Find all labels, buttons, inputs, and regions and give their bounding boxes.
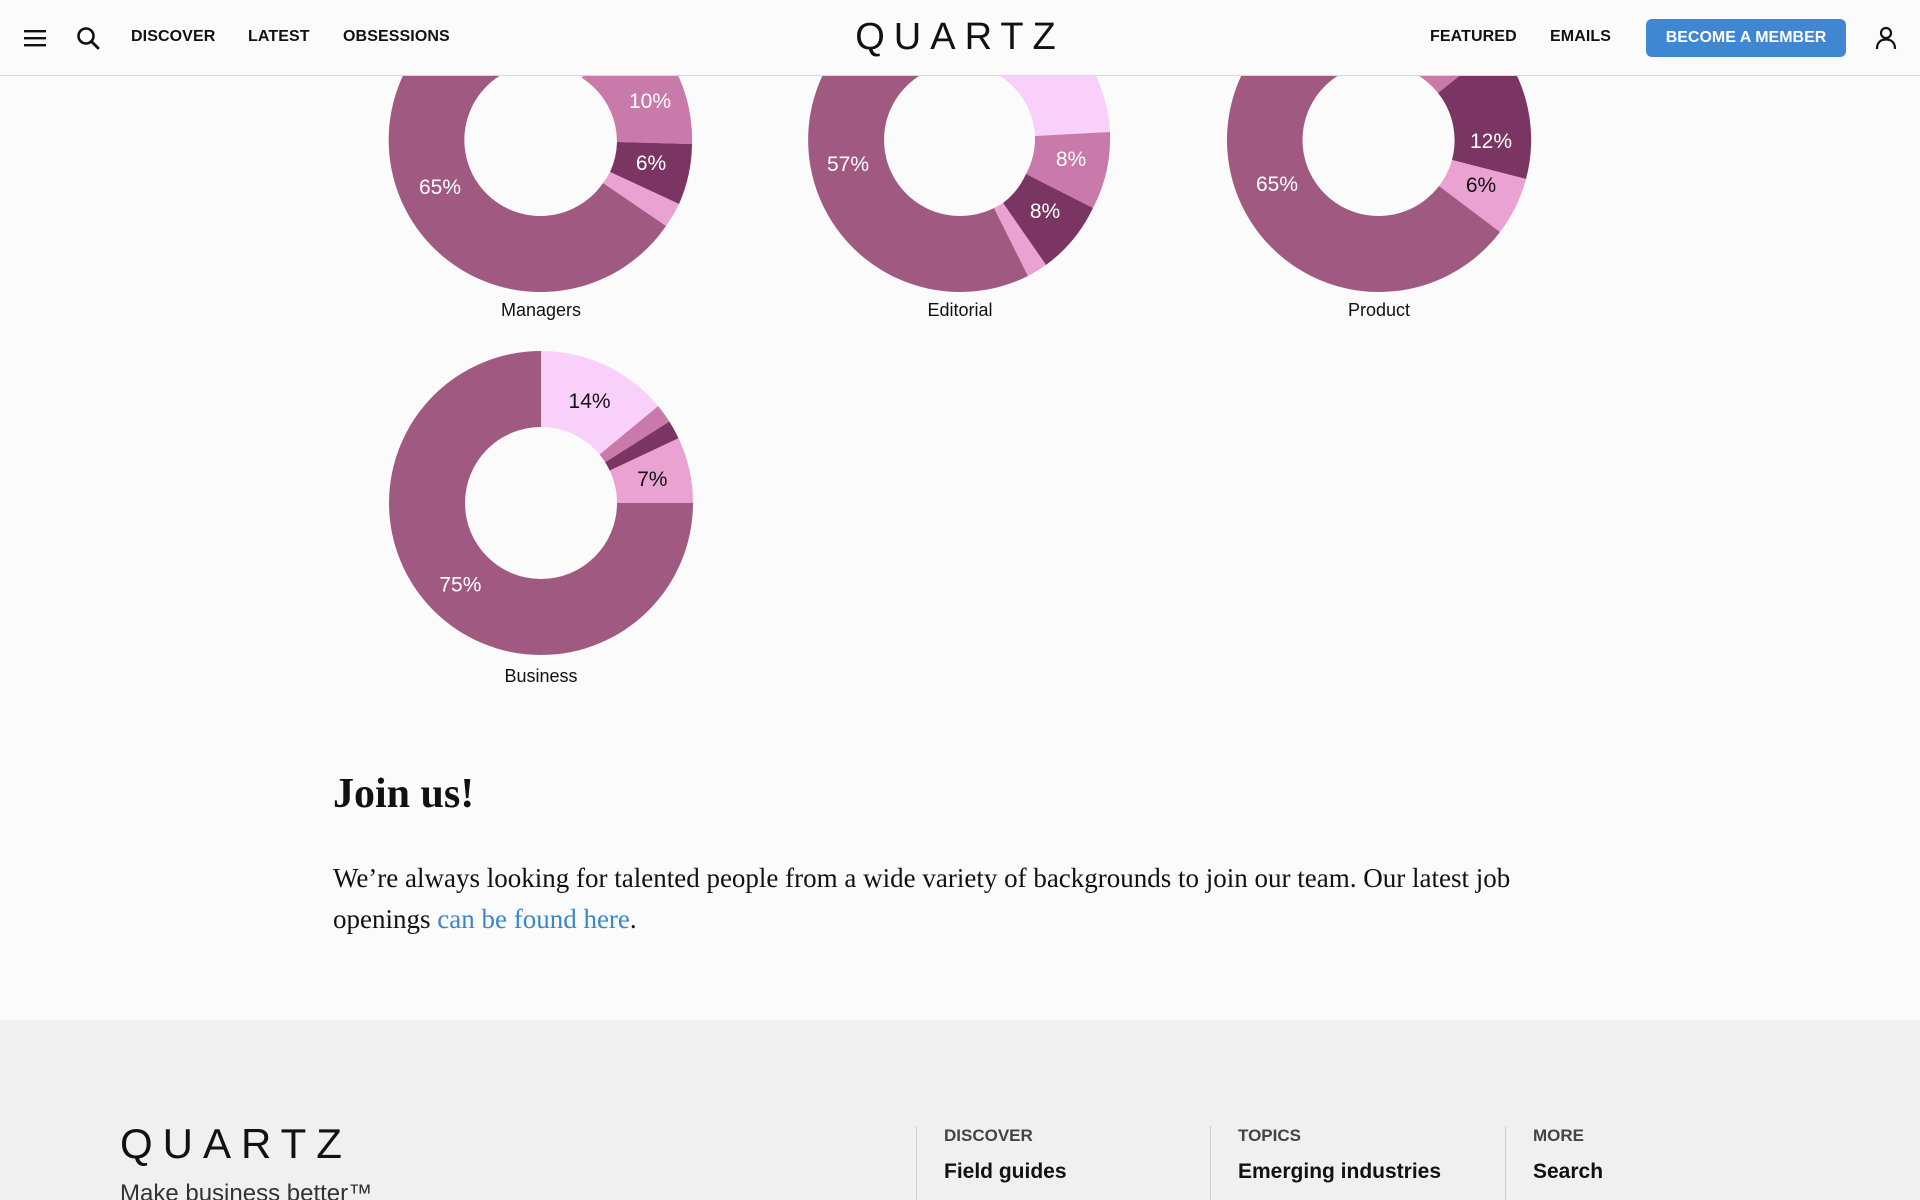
user-icon[interactable] — [1870, 22, 1902, 54]
managers-chart-title: Managers — [500, 300, 582, 320]
footer-heading-topics: TOPICS — [1238, 1126, 1301, 1145]
product-label-65: 65% — [1256, 173, 1298, 196]
managers-label-10: 10% — [629, 90, 671, 113]
nav-featured[interactable]: FEATURED — [1430, 28, 1517, 46]
footer-col-discover: DISCOVER Field guides — [916, 1126, 1067, 1200]
site-footer: QUARTZ Make business better™ DISCOVER Fi… — [0, 1020, 1920, 1200]
business-label-4: 75% — [439, 574, 481, 597]
editorial-label-8b: 8% — [1030, 200, 1060, 223]
nav-obsessions[interactable]: OBSESSIONS — [343, 28, 450, 46]
join-paragraph: We’re always looking for talented people… — [333, 858, 1593, 940]
job-openings-link[interactable]: can be found here — [437, 904, 630, 934]
managers-label-6: 6% — [636, 152, 666, 175]
footer-col-topics: TOPICS Emerging industries — [1210, 1126, 1441, 1200]
footer-tagline: Make business better™ — [120, 1180, 373, 1200]
footer-col-more: MORE Search — [1505, 1126, 1603, 1200]
footer-heading-discover: DISCOVER — [944, 1126, 1033, 1145]
product-label-12: 12% — [1470, 130, 1512, 153]
product-chart-title: Product — [1347, 300, 1411, 320]
join-end-period: . — [629, 904, 637, 934]
business-chart-title: Business — [504, 666, 578, 686]
nav-discover[interactable]: DISCOVER — [131, 28, 215, 46]
business-donut-chart: 14% 7% 75% — [389, 351, 693, 655]
business-label-0: 14% — [569, 390, 611, 413]
join-heading: Join us! — [333, 771, 475, 817]
nav-latest[interactable]: LATEST — [248, 28, 310, 46]
editorial-label-8a: 8% — [1056, 148, 1086, 171]
editorial-chart-title: Editorial — [927, 300, 993, 320]
search-icon[interactable] — [72, 22, 104, 54]
product-label-6: 6% — [1466, 174, 1496, 197]
footer-link-emerging-industries[interactable]: Emerging industries — [1238, 1160, 1441, 1184]
footer-logo[interactable]: QUARTZ — [120, 1120, 352, 1168]
footer-heading-more: MORE — [1533, 1126, 1584, 1145]
editorial-label-57: 57% — [827, 153, 869, 176]
footer-link-search[interactable]: Search — [1533, 1160, 1603, 1184]
managers-label-65: 65% — [419, 176, 461, 199]
donut-business: 14% 7% 75% Business — [381, 343, 701, 687]
footer-link-field-guides[interactable]: Field guides — [944, 1160, 1067, 1184]
hamburger-menu-icon[interactable] — [19, 22, 51, 54]
business-label-3: 7% — [637, 468, 667, 491]
nav-emails[interactable]: EMAILS — [1550, 28, 1611, 46]
top-navigation-bar: DISCOVER LATEST OBSESSIONS QUARTZ FEATUR… — [0, 0, 1920, 76]
quartz-logo[interactable]: QUARTZ — [855, 16, 1065, 58]
become-member-button[interactable]: BECOME A MEMBER — [1646, 19, 1846, 57]
